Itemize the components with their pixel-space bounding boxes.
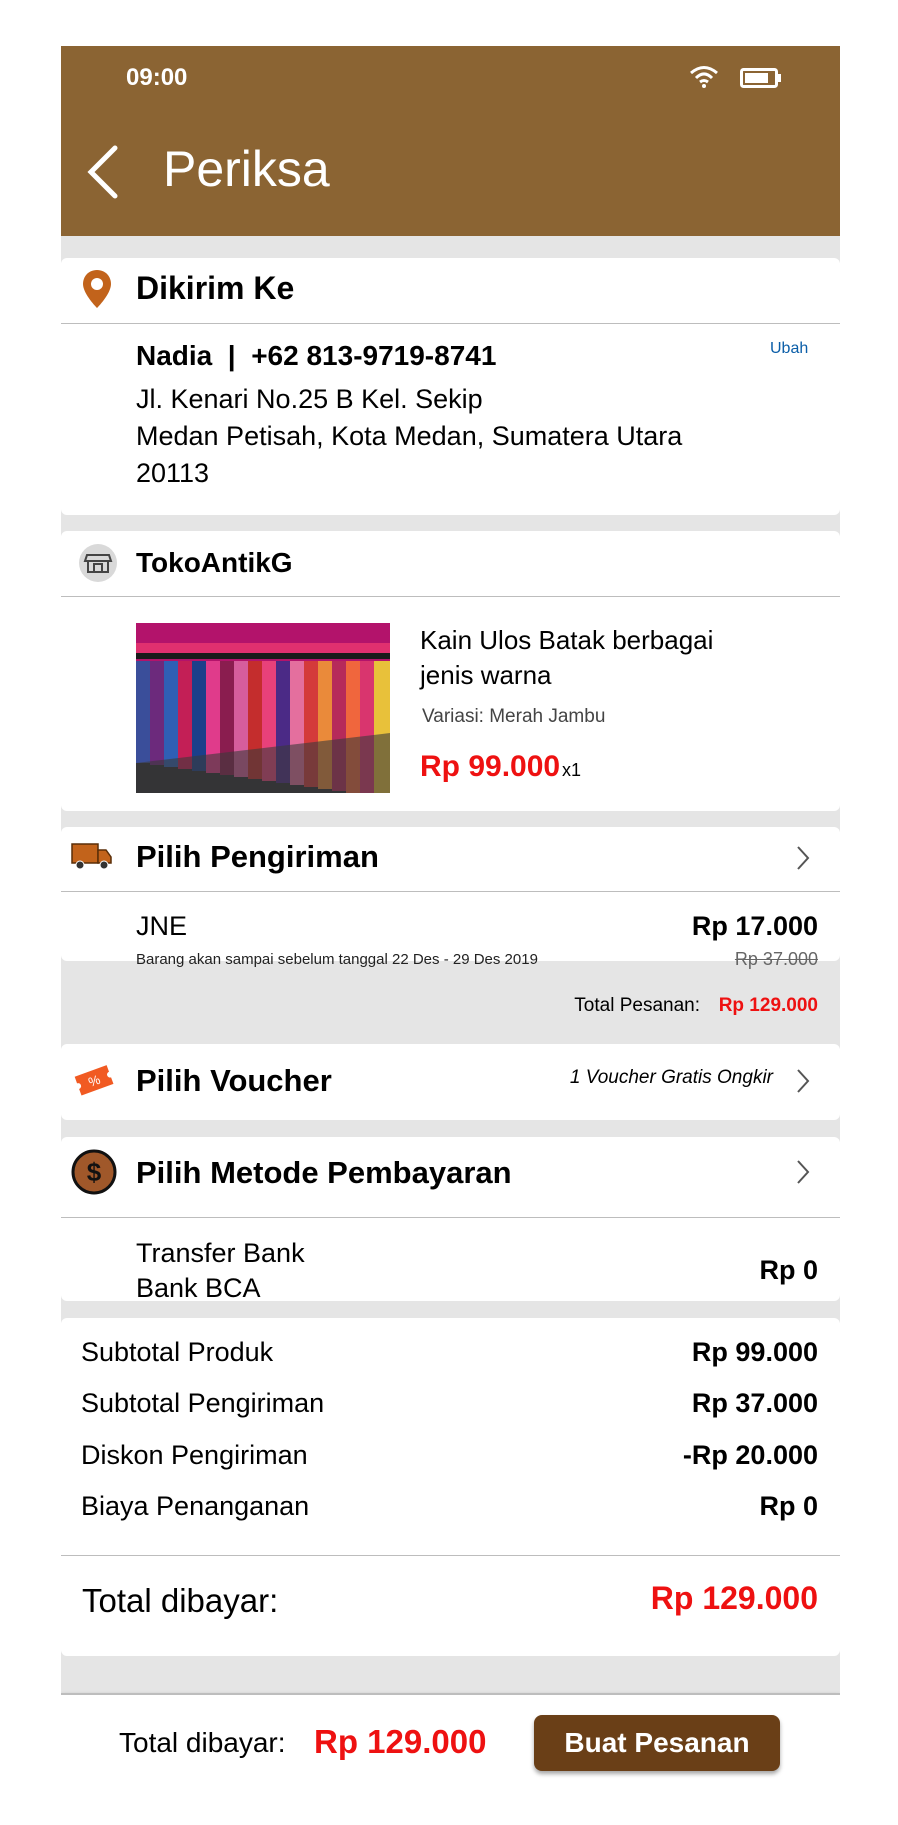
store-icon <box>79 544 117 582</box>
order-total-label: Total Pesanan: <box>574 995 700 1016</box>
payment-card: $ Pilih Metode Pembayaran Transfer Bank … <box>61 1137 840 1303</box>
address-section-title: Dikirim Ke <box>136 270 295 306</box>
address-line-3: 20113 <box>136 458 210 488</box>
chevron-right-icon[interactable] <box>796 845 810 871</box>
summary-card: Subtotal Produk Rp 99.000 Subtotal Pengi… <box>61 1318 840 1656</box>
delivery-truck-icon <box>71 843 112 870</box>
product-variation: Variasi: Merah Jambu <box>422 706 606 727</box>
status-time: 09:00 <box>126 64 188 91</box>
shop-name[interactable]: TokoAntikG <box>136 547 293 579</box>
order-total-value: Rp 129.000 <box>718 995 818 1016</box>
change-address-link[interactable]: Ubah <box>770 340 808 358</box>
summary-label: Subtotal Pengiriman <box>81 1388 325 1418</box>
summary-value: Rp 0 <box>759 1491 818 1521</box>
divider <box>61 323 840 324</box>
location-pin-icon <box>83 270 111 308</box>
payment-method-line-1: Transfer Bank <box>136 1238 305 1268</box>
summary-total-value: Rp 129.000 <box>650 1580 818 1616</box>
shipping-card: Pilih Pengiriman JNE Barang akan sampai … <box>61 827 840 969</box>
page-title: Periksa <box>163 141 330 197</box>
voucher-tag-icon: % <box>74 1065 114 1096</box>
address-card: Dikirim Ke Nadia | +62 813-9719-8741 Uba… <box>61 258 840 515</box>
dollar-coin-icon: $ <box>71 1149 117 1195</box>
product-name-line-1[interactable]: Kain Ulos Batak berbagai <box>420 625 713 656</box>
summary-value: Rp 99.000 <box>691 1337 818 1367</box>
divider <box>61 1217 840 1218</box>
wifi-icon <box>690 66 718 88</box>
bottom-total-value: Rp 129.000 <box>314 1723 487 1760</box>
payment-fee: Rp 0 <box>759 1255 818 1285</box>
address-line-2: Medan Petisah, Kota Medan, Sumatera Utar… <box>136 421 683 451</box>
app-header: 09:00 Periksa <box>61 46 840 236</box>
product-price: Rp 99.000 <box>420 750 561 783</box>
summary-value: Rp 37.000 <box>691 1388 818 1418</box>
payment-method-line-2: Bank BCA <box>136 1273 261 1303</box>
phone-frame: 09:00 Periksa Dikirim Ke Nadia | +62 813… <box>61 46 840 1787</box>
summary-label: Subtotal Produk <box>81 1337 274 1367</box>
shipping-original-price: Rp 37.000 <box>734 949 818 969</box>
summary-label: Biaya Penanganan <box>81 1491 310 1521</box>
divider <box>61 596 840 597</box>
voucher-card[interactable]: % Pilih Voucher 1 Voucher Gratis Ongkir <box>61 1044 840 1120</box>
shipping-price: Rp 17.000 <box>691 911 818 941</box>
bottom-total-label: Total dibayar: <box>119 1727 286 1758</box>
chevron-right-icon[interactable] <box>796 1068 810 1094</box>
place-order-button[interactable]: Buat Pesanan <box>534 1715 780 1771</box>
battery-icon <box>740 68 781 88</box>
address-line-1: Jl. Kenari No.25 B Kel. Sekip <box>136 384 483 414</box>
shipping-section-title[interactable]: Pilih Pengiriman <box>136 839 379 875</box>
svg-text:$: $ <box>87 1157 102 1187</box>
summary-value: -Rp 20.000 <box>682 1440 818 1470</box>
divider <box>61 891 840 892</box>
voucher-applied[interactable]: 1 Voucher Gratis Ongkir <box>570 1067 773 1089</box>
product-name-line-2[interactable]: jenis warna <box>420 660 552 691</box>
product-quantity: x1 <box>562 760 582 780</box>
back-arrow-icon[interactable] <box>85 144 119 200</box>
recipient-name-phone: Nadia | +62 813-9719-8741 <box>136 340 497 371</box>
payment-section-title[interactable]: Pilih Metode Pembayaran <box>136 1155 512 1191</box>
divider <box>61 1555 840 1556</box>
product-image[interactable] <box>136 623 390 793</box>
summary-label: Diskon Pengiriman <box>81 1440 308 1470</box>
voucher-section-title[interactable]: Pilih Voucher <box>136 1063 332 1099</box>
chevron-right-icon[interactable] <box>796 1159 810 1185</box>
courier-name: JNE <box>136 911 188 941</box>
summary-total-label: Total dibayar: <box>82 1582 279 1619</box>
delivery-estimate: Barang akan sampai sebelum tanggal 22 De… <box>136 951 538 968</box>
